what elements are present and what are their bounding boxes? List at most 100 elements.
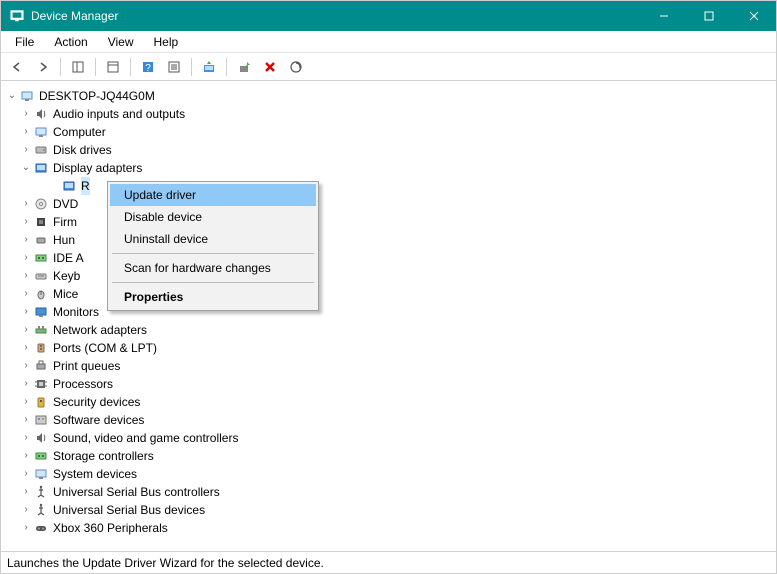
tree-item-printq[interactable]: ›Print queues	[19, 357, 772, 375]
expand-icon[interactable]: ›	[19, 375, 33, 393]
statusbar-text: Launches the Update Driver Wizard for th…	[7, 556, 324, 570]
maximize-button[interactable]	[686, 1, 731, 31]
tree-item-software[interactable]: ›Software devices	[19, 411, 772, 429]
context-uninstall-device[interactable]: Uninstall device	[110, 228, 316, 250]
context-update-driver[interactable]: Update driver	[110, 184, 316, 206]
tree-item-ports[interactable]: ›Ports (COM & LPT)	[19, 339, 772, 357]
tree-root-label: DESKTOP-JQ44G0M	[39, 87, 155, 105]
disc-icon	[33, 196, 49, 212]
toolbar-separator	[191, 58, 192, 76]
expand-icon[interactable]: ›	[19, 285, 33, 303]
speaker-icon	[33, 106, 49, 122]
statusbar: Launches the Update Driver Wizard for th…	[1, 551, 776, 573]
expand-icon[interactable]: ›	[19, 483, 33, 501]
scan-hardware-button[interactable]	[284, 56, 308, 78]
enable-device-button[interactable]	[232, 56, 256, 78]
tree-item-system[interactable]: ›System devices	[19, 465, 772, 483]
menu-file[interactable]: File	[5, 33, 44, 51]
tree-item-processors[interactable]: ›Processors	[19, 375, 772, 393]
window-controls	[641, 1, 776, 31]
tree-item-display[interactable]: ⌄Display adapters	[19, 159, 772, 177]
forward-button[interactable]	[31, 56, 55, 78]
expand-icon[interactable]: ›	[19, 303, 33, 321]
expand-icon[interactable]: ›	[19, 339, 33, 357]
expand-icon[interactable]: ›	[19, 501, 33, 519]
expand-icon[interactable]: ›	[19, 393, 33, 411]
network-icon	[33, 322, 49, 338]
app-icon	[9, 8, 25, 24]
expand-icon[interactable]: ›	[19, 519, 33, 537]
tree-item-storage[interactable]: ›Storage controllers	[19, 447, 772, 465]
expand-icon[interactable]: ›	[19, 429, 33, 447]
uninstall-device-button[interactable]	[258, 56, 282, 78]
tree-item-sound[interactable]: ›Sound, video and game controllers	[19, 429, 772, 447]
expand-icon[interactable]: ›	[19, 411, 33, 429]
toolbar-separator	[226, 58, 227, 76]
toolbar-separator	[130, 58, 131, 76]
gamepad-icon	[33, 520, 49, 536]
display-adapter-icon	[33, 160, 49, 176]
tree-item-security[interactable]: ›Security devices	[19, 393, 772, 411]
expand-icon[interactable]: ›	[19, 357, 33, 375]
system-icon	[33, 466, 49, 482]
context-properties[interactable]: Properties	[110, 286, 316, 308]
chip-icon	[33, 214, 49, 230]
tree-item-audio[interactable]: ›Audio inputs and outputs	[19, 105, 772, 123]
tree-item-usb-devices[interactable]: ›Universal Serial Bus devices	[19, 501, 772, 519]
expand-icon[interactable]: ›	[19, 105, 33, 123]
toolbar-separator	[60, 58, 61, 76]
context-menu: Update driver Disable device Uninstall d…	[107, 181, 319, 311]
expand-icon[interactable]: ›	[19, 465, 33, 483]
tree-item-computer[interactable]: ›Computer	[19, 123, 772, 141]
expand-icon[interactable]: ›	[19, 123, 33, 141]
keyboard-icon	[33, 268, 49, 284]
minimize-button[interactable]	[641, 1, 686, 31]
menu-view[interactable]: View	[98, 33, 144, 51]
close-button[interactable]	[731, 1, 776, 31]
toolbar: ?	[1, 53, 776, 81]
computer-icon	[33, 124, 49, 140]
expand-icon[interactable]: ›	[19, 249, 33, 267]
tree-item-usb-controllers[interactable]: ›Universal Serial Bus controllers	[19, 483, 772, 501]
tree-item-network[interactable]: ›Network adapters	[19, 321, 772, 339]
menu-help[interactable]: Help	[144, 33, 189, 51]
expand-icon[interactable]: ›	[19, 213, 33, 231]
menu-action[interactable]: Action	[44, 33, 97, 51]
collapse-icon[interactable]: ⌄	[19, 159, 33, 177]
toolbar-separator	[95, 58, 96, 76]
content-area: ⌄ DESKTOP-JQ44G0M ›Audio inputs and outp…	[1, 81, 776, 551]
help-button[interactable]: ?	[136, 56, 160, 78]
display-adapter-icon	[61, 178, 77, 194]
update-driver-button[interactable]	[197, 56, 221, 78]
printer-icon	[33, 358, 49, 374]
expand-icon[interactable]: ›	[19, 231, 33, 249]
disk-icon	[33, 142, 49, 158]
svg-text:?: ?	[145, 63, 151, 74]
expand-icon[interactable]: ›	[19, 267, 33, 285]
show-hide-console-tree-button[interactable]	[66, 56, 90, 78]
back-button[interactable]	[5, 56, 29, 78]
properties-button[interactable]	[101, 56, 125, 78]
cpu-icon	[33, 376, 49, 392]
software-icon	[33, 412, 49, 428]
expand-icon[interactable]: ›	[19, 141, 33, 159]
action-button[interactable]	[162, 56, 186, 78]
tree-item-disk[interactable]: ›Disk drives	[19, 141, 772, 159]
usb-icon	[33, 484, 49, 500]
window-title: Device Manager	[31, 9, 641, 23]
context-disable-device[interactable]: Disable device	[110, 206, 316, 228]
tree-root[interactable]: ⌄ DESKTOP-JQ44G0M	[5, 87, 772, 105]
mouse-icon	[33, 286, 49, 302]
expand-icon[interactable]: ›	[19, 447, 33, 465]
expand-icon[interactable]: ›	[19, 195, 33, 213]
port-icon	[33, 340, 49, 356]
expand-icon[interactable]: ›	[19, 321, 33, 339]
context-separator	[112, 253, 314, 254]
expand-icon[interactable]: ⌄	[5, 87, 19, 105]
context-scan-hardware[interactable]: Scan for hardware changes	[110, 257, 316, 279]
tree-item-xbox[interactable]: ›Xbox 360 Peripherals	[19, 519, 772, 537]
titlebar: Device Manager	[1, 1, 776, 31]
monitor-icon	[33, 304, 49, 320]
hid-icon	[33, 232, 49, 248]
storage-icon	[33, 448, 49, 464]
